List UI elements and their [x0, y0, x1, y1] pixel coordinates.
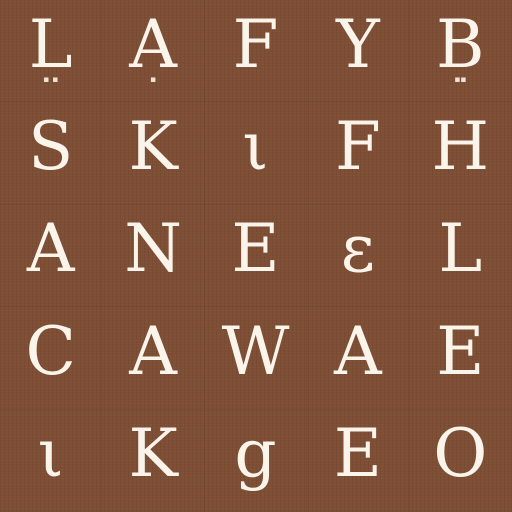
letter: F	[232, 5, 279, 83]
cell-r1-c2: A ▪	[102, 0, 205, 103]
letter: L	[28, 5, 73, 83]
cell-r4-c1: C	[0, 307, 103, 410]
letter: E	[436, 312, 485, 390]
cell-r4-c5: E	[409, 307, 512, 410]
letter: A	[129, 312, 177, 390]
letter: g	[234, 415, 277, 493]
letter: Y	[336, 5, 380, 83]
dot-marks: ▪	[150, 75, 157, 86]
cell-r2-c4: F	[307, 102, 410, 205]
dot-marks: ▪ ▪	[43, 75, 59, 86]
cell-r4-c2: A	[102, 307, 205, 410]
cell-r1-c1: L ▪ ▪	[0, 0, 103, 103]
letter: O	[433, 415, 488, 493]
cell-r3-c2: N	[102, 204, 205, 308]
letter: ι	[37, 415, 64, 493]
cell-r2-c1: S	[0, 102, 103, 205]
cell-r1-c5: B ▪▪	[409, 0, 512, 103]
letter: L	[438, 210, 483, 288]
letter: A	[334, 312, 382, 390]
letter: ɛ	[340, 210, 375, 288]
letter: S	[28, 108, 74, 186]
letter: E	[333, 415, 382, 493]
letter: H	[431, 108, 490, 186]
letter: C	[25, 312, 76, 390]
letter: A	[26, 210, 75, 288]
letter: F	[334, 108, 381, 186]
letter: N	[124, 210, 182, 288]
cell-r1-c3: F	[204, 0, 308, 103]
cell-r3-c4: ɛ	[307, 204, 410, 308]
letter: K	[128, 415, 178, 493]
letter: ι	[242, 108, 269, 186]
cell-r2-c2: K	[102, 102, 205, 205]
letter: E	[231, 210, 280, 288]
cell-r2-c5: H	[409, 102, 512, 205]
letter: B	[436, 5, 485, 83]
dot-marks: ▪▪	[454, 75, 467, 86]
cell-r5-c3: g	[204, 409, 308, 512]
cell-r3-c3: E	[204, 204, 308, 308]
letter: A	[129, 5, 177, 83]
cell-r2-c3: ι	[204, 102, 308, 205]
cell-r3-c5: L	[409, 204, 512, 308]
cell-r5-c4: E	[307, 409, 410, 512]
cell-r5-c2: K	[102, 409, 205, 512]
letter-grid: L ▪ ▪ A ▪ F Y B ▪▪ S K ι F H A N E ɛ L C…	[0, 0, 512, 512]
letter: W	[221, 312, 290, 390]
cell-r1-c4: Y	[307, 0, 410, 103]
cell-r5-c1: ι	[0, 409, 103, 512]
cell-r5-c5: O	[409, 409, 512, 512]
cell-r4-c3: W	[204, 307, 308, 410]
cell-r3-c1: A	[0, 204, 103, 308]
letter: K	[128, 108, 178, 186]
cell-r4-c4: A	[307, 307, 410, 410]
